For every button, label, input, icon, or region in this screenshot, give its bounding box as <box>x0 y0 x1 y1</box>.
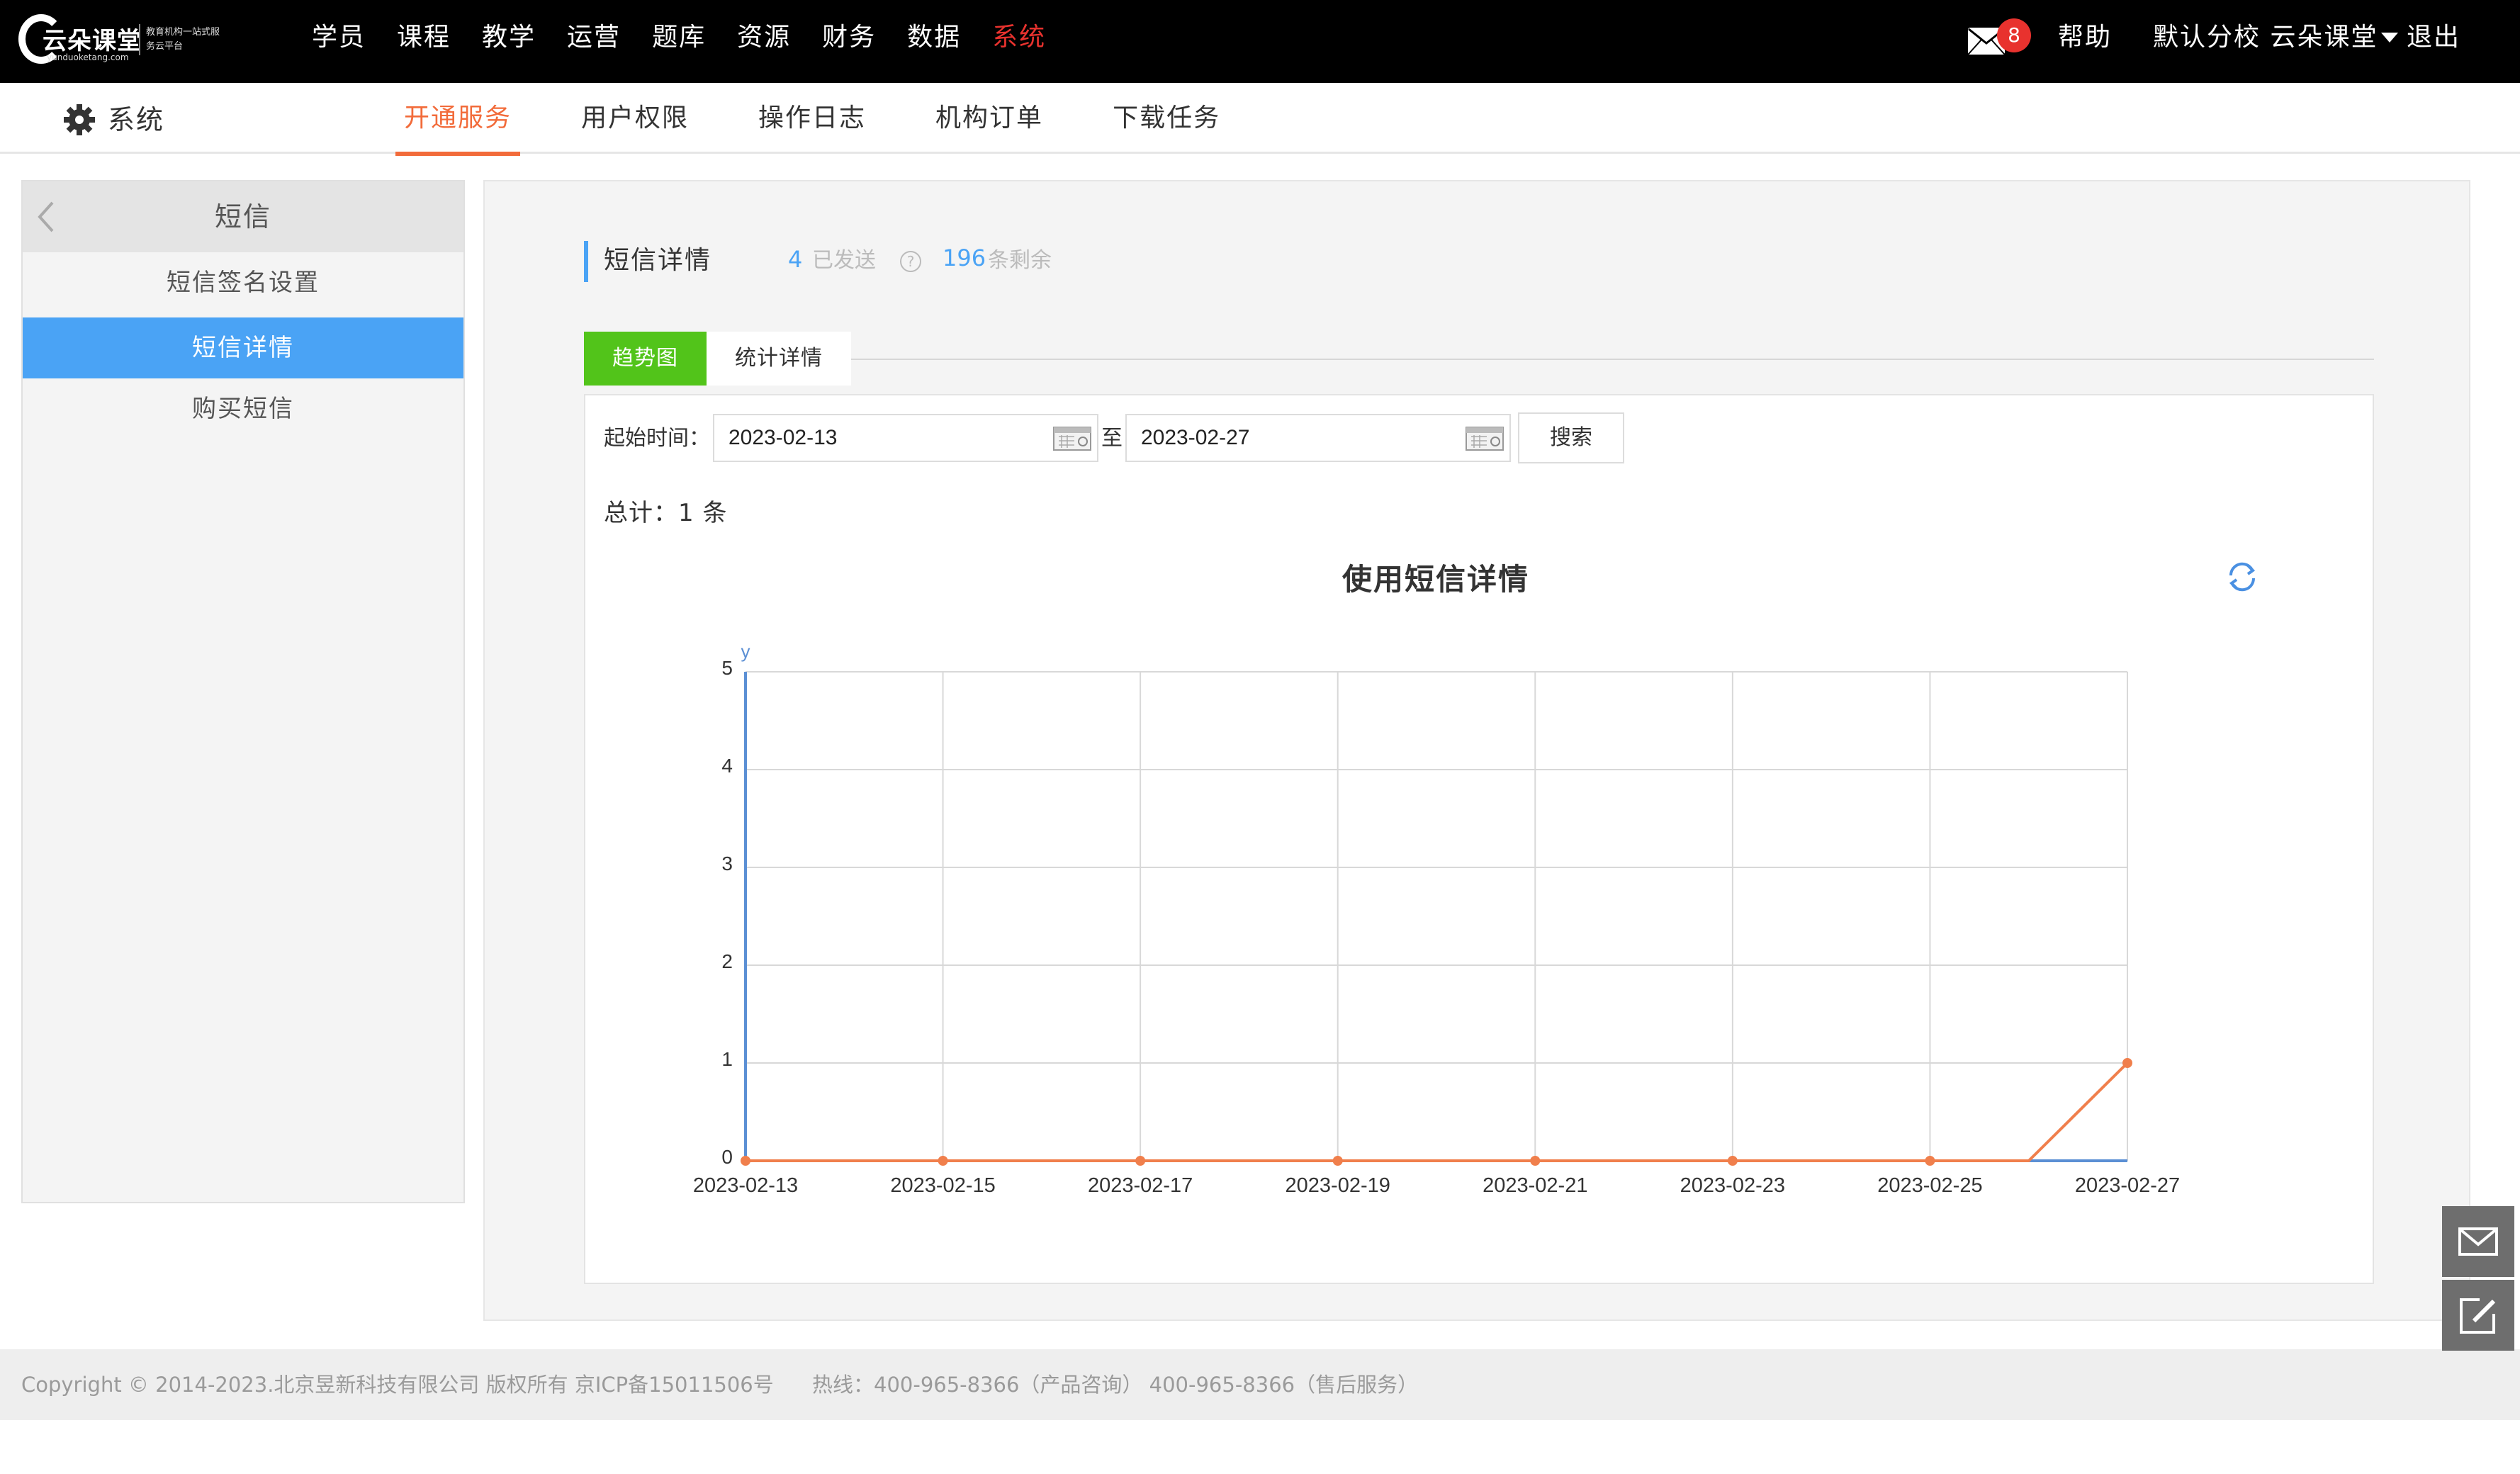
logo[interactable]: 云朵课堂 yunduoketang.com 教育机构一站式服务云平台 <box>18 10 224 69</box>
data-point <box>1925 1156 1935 1166</box>
sent-label: 已发送 <box>812 248 876 273</box>
mail-icon <box>2458 1227 2498 1256</box>
sent-count: 4 <box>788 246 803 273</box>
y-tick-label: 2 <box>721 950 733 972</box>
sidebar-title: 短信 <box>214 201 271 232</box>
tab-open-services[interactable]: 开通服务 <box>395 83 521 156</box>
data-point <box>1530 1156 1541 1166</box>
series-line <box>746 1062 2129 1162</box>
data-point <box>1332 1156 1343 1166</box>
view-tabs: 趋势图 统计详情 <box>584 332 851 386</box>
data-point <box>2122 1058 2132 1068</box>
sidebar-item-sms-details[interactable]: 短信详情 <box>23 317 463 378</box>
remaining-label: 条剩余 <box>988 248 1052 273</box>
chart-card: 起始时间： 2023-02-13 至 2023-02-27 搜索 总计：1 条 … <box>584 394 2374 1284</box>
sub-nav: 开通服务 用户权限 操作日志 机构订单 下载任务 <box>395 83 1290 156</box>
data-point <box>1727 1156 1738 1166</box>
detail-header: 短信详情 4 已发送 ? 196 条剩余 <box>584 235 2374 360</box>
main-panel: 短信详情 4 已发送 ? 196 条剩余 趋势图 统计详情 起始时间： 2023… <box>483 180 2470 1321</box>
nav-item-question-bank[interactable]: 题库 <box>652 20 706 55</box>
edit-icon <box>2460 1298 2496 1334</box>
logo-name: 云朵课堂 <box>43 27 142 55</box>
hotline: 热线：400-965-8366（产品咨询） 400-965-8366（售后服务） <box>812 1373 1419 1397</box>
mail-button[interactable]: 8 <box>1967 18 2031 61</box>
tab-user-permissions[interactable]: 用户权限 <box>581 83 689 154</box>
nav-item-operations[interactable]: 运营 <box>567 20 621 55</box>
data-point <box>741 1156 750 1166</box>
tab-download-tasks[interactable]: 下载任务 <box>1113 83 1220 154</box>
x-tick-label: 2023-02-21 <box>1483 1174 1587 1197</box>
gear-icon <box>64 104 95 135</box>
x-tick-label: 2023-02-17 <box>1088 1174 1193 1197</box>
top-bar: 云朵课堂 yunduoketang.com 教育机构一站式服务云平台 学员 课程… <box>0 0 2520 83</box>
nav-item-resources[interactable]: 资源 <box>737 20 791 55</box>
caret-down-icon[interactable] <box>2381 33 2398 43</box>
nav-item-data[interactable]: 数据 <box>907 20 961 55</box>
data-point <box>1135 1156 1146 1166</box>
footer: Copyright © 2014-2023.北京昱新科技有限公司 版权所有 京I… <box>0 1349 2520 1420</box>
y-axis-label: y <box>741 641 750 662</box>
nav-item-finance[interactable]: 财务 <box>822 20 876 55</box>
remaining-count: 196 <box>943 244 986 271</box>
sidebar-header: 短信 <box>23 181 463 252</box>
float-message-button[interactable] <box>2442 1206 2514 1277</box>
tab-statistics-details[interactable]: 统计详情 <box>707 332 851 386</box>
y-tick-label: 4 <box>721 755 733 777</box>
logo-slogan: 教育机构一站式服务云平台 <box>146 27 220 52</box>
help-circle-icon[interactable]: ? <box>900 251 921 272</box>
line-chart: 0 1 2 3 4 5 2023-02-13 2023-02-15 2023-02-17 2023… <box>693 641 2180 1197</box>
float-feedback-button[interactable] <box>2442 1280 2514 1351</box>
sidebar-item-buy-sms[interactable]: 购买短信 <box>23 378 463 439</box>
chevron-left-icon[interactable] <box>35 200 57 234</box>
logo-url: yunduoketang.com <box>47 52 129 62</box>
y-tick-label: 3 <box>721 853 733 874</box>
sidebar: 短信 短信签名设置 短信详情 购买短信 <box>21 180 465 1203</box>
x-tick-label: 2023-02-25 <box>1877 1174 1982 1197</box>
nav-item-teaching[interactable]: 教学 <box>482 20 536 55</box>
school-switcher[interactable]: 默认分校 云朵课堂 <box>2153 20 2378 55</box>
sub-nav-bar: 系统 开通服务 用户权限 操作日志 机构订单 下载任务 <box>0 83 2520 156</box>
divider <box>584 359 2374 360</box>
nav-item-students[interactable]: 学员 <box>312 20 366 55</box>
x-tick-label: 2023-02-27 <box>2075 1174 2180 1197</box>
nav-item-system[interactable]: 系统 <box>992 20 1046 55</box>
title-accent-bar <box>584 241 588 282</box>
tab-trend-chart[interactable]: 趋势图 <box>584 332 707 386</box>
detail-title: 短信详情 <box>604 246 712 275</box>
y-tick-label: 5 <box>721 657 733 679</box>
copyright: Copyright © 2014-2023.北京昱新科技有限公司 版权所有 京I… <box>21 1373 774 1397</box>
tab-operation-log[interactable]: 操作日志 <box>758 83 866 154</box>
x-tick-label: 2023-02-13 <box>693 1174 798 1197</box>
data-point <box>938 1156 948 1166</box>
nav-item-courses[interactable]: 课程 <box>397 20 451 55</box>
y-tick-label: 1 <box>721 1048 733 1070</box>
section-title: 系统 <box>108 104 165 135</box>
main-nav: 学员 课程 教学 运营 题库 资源 财务 数据 系统 <box>312 20 1077 55</box>
x-tick-label: 2023-02-15 <box>890 1174 995 1197</box>
sidebar-item-signature-settings[interactable]: 短信签名设置 <box>23 252 463 313</box>
logo-divider <box>139 24 140 55</box>
y-tick-label: 0 <box>721 1146 733 1168</box>
tab-org-orders[interactable]: 机构订单 <box>935 83 1043 154</box>
notification-badge: 8 <box>1997 18 2031 52</box>
logout-link[interactable]: 退出 <box>2407 20 2460 55</box>
x-tick-label: 2023-02-23 <box>1680 1174 1785 1197</box>
help-link[interactable]: 帮助 <box>2058 20 2112 55</box>
x-tick-label: 2023-02-19 <box>1286 1174 1390 1197</box>
